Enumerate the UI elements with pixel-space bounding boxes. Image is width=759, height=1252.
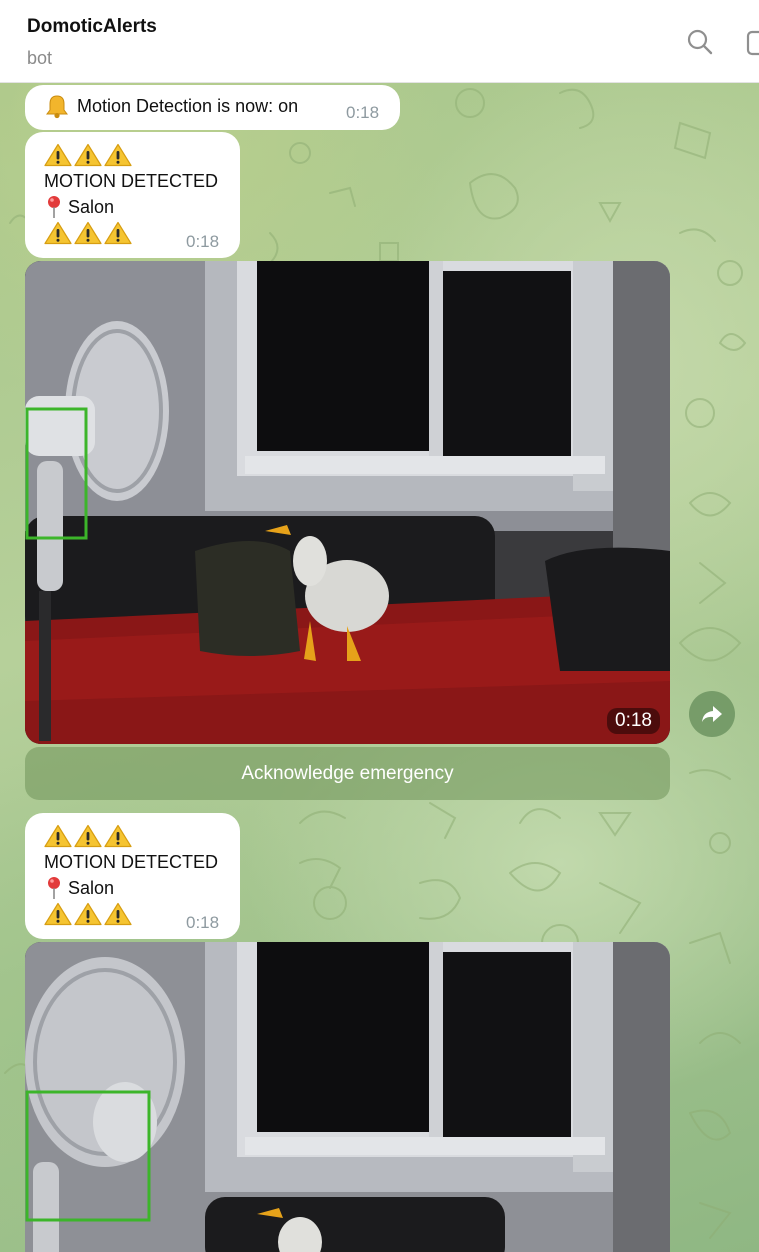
pin-icon <box>44 876 64 900</box>
warning-row <box>44 142 218 168</box>
warning-icon <box>44 221 72 245</box>
alert-title: MOTION DETECTED <box>44 852 218 872</box>
chat-area[interactable]: Motion Detection is now: on 0:18 MOTION … <box>0 83 759 1252</box>
video-duration: 0:18 <box>607 708 660 734</box>
more-icon[interactable] <box>746 30 759 56</box>
video-message[interactable]: 0:18 <box>25 261 670 744</box>
acknowledge-emergency-button[interactable]: Acknowledge emergency <box>25 747 670 800</box>
warning-icon <box>44 902 72 926</box>
warning-row <box>44 823 218 849</box>
message-text: Motion Detection is now: on <box>77 96 299 116</box>
chat-subtitle: bot <box>27 48 53 68</box>
warning-icon <box>104 902 132 926</box>
search-icon[interactable] <box>686 28 714 56</box>
alert-location: Salon <box>68 197 115 217</box>
message-time: 0:18 <box>186 913 220 932</box>
warning-icon <box>44 143 72 167</box>
message-bubble[interactable]: Motion Detection is now: on 0:18 <box>25 85 400 130</box>
camera-snapshot <box>25 261 670 744</box>
warning-icon <box>74 824 102 848</box>
chat-title[interactable]: DomoticAlerts <box>27 16 157 38</box>
warning-icon <box>74 221 102 245</box>
message-time: 0:18 <box>186 232 220 251</box>
message-bubble[interactable]: MOTION DETECTED Salon 0:18 <box>25 132 240 258</box>
message-time: 0:18 <box>346 103 380 122</box>
bell-icon <box>46 95 68 119</box>
video-message[interactable] <box>25 942 670 1252</box>
pin-icon <box>44 195 64 219</box>
camera-snapshot <box>25 942 670 1252</box>
message-bubble[interactable]: MOTION DETECTED Salon 0:18 <box>25 813 240 939</box>
alert-location: Salon <box>68 878 115 898</box>
warning-icon <box>104 143 132 167</box>
warning-icon <box>104 221 132 245</box>
chat-header: DomoticAlerts bot <box>0 0 759 83</box>
warning-icon <box>74 902 102 926</box>
warning-icon <box>104 824 132 848</box>
alert-title: MOTION DETECTED <box>44 171 218 191</box>
share-icon[interactable] <box>689 691 735 737</box>
warning-icon <box>74 143 102 167</box>
warning-icon <box>44 824 72 848</box>
